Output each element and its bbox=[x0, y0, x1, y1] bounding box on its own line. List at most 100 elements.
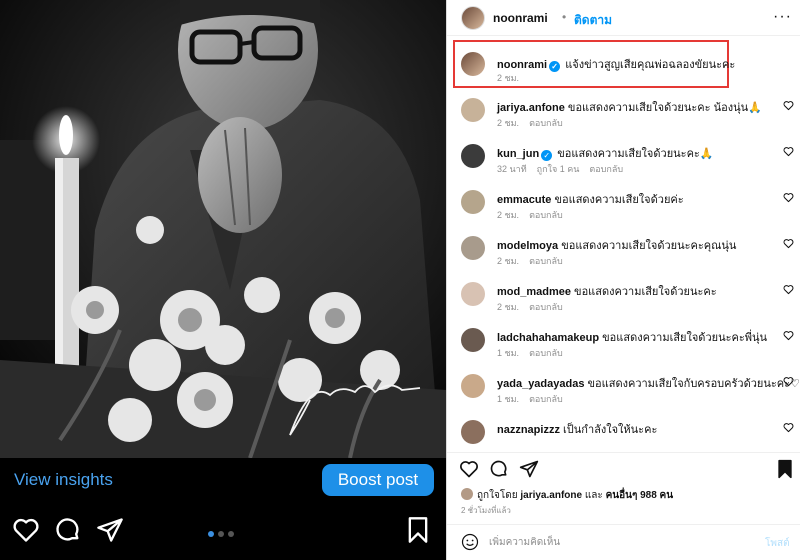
post-timestamp: 2 ชั่วโมงที่แล้ว bbox=[461, 506, 511, 515]
carousel-dot[interactable] bbox=[218, 531, 224, 537]
reply-button[interactable]: ตอบกลับ bbox=[529, 210, 563, 220]
like-heart-icon[interactable] bbox=[783, 146, 794, 157]
verified-badge-icon: ✓ bbox=[549, 61, 561, 72]
comment-time: 2 ชม. bbox=[497, 118, 520, 128]
insights-bar: View insights Boost post bbox=[0, 458, 446, 502]
like-heart-icon[interactable] bbox=[783, 192, 794, 203]
boost-post-button[interactable]: Boost post bbox=[322, 464, 434, 496]
caption-line: noonrami ✓ แจ้งข่าวสูญเสียคุณพ่อฉลองขัยนะ… bbox=[497, 55, 735, 73]
comment-time: 2 ชม. bbox=[497, 302, 520, 312]
share-icon[interactable] bbox=[96, 516, 124, 544]
comment-text-line: emmacute ขอแสดงความเสียใจด้วยค่ะ bbox=[497, 190, 684, 208]
reply-button[interactable]: ตอบกลับ bbox=[529, 302, 563, 312]
avatar[interactable] bbox=[461, 190, 485, 214]
comment-username[interactable]: jariya.anfone bbox=[497, 102, 565, 114]
comment-meta: 2 ชม. ตอบกลับ bbox=[497, 208, 573, 222]
like-heart-icon[interactable] bbox=[783, 422, 794, 433]
comment-text-line: nazznapizzz เป็นกำลังใจให้นะคะ bbox=[497, 420, 657, 438]
comment-username[interactable]: ladchahahamakeup bbox=[497, 332, 599, 344]
avatar bbox=[461, 488, 473, 500]
comment-text: ขอแสดงความเสียใจด้วยนะคะพี่นุ่น bbox=[602, 332, 768, 344]
comment-row: jariya.anfone ขอแสดงความเสียใจด้วยนะคะ น… bbox=[447, 94, 800, 140]
comment-row: ladchahahamakeup ขอแสดงความเสียใจด้วยนะค… bbox=[447, 324, 800, 370]
comment-row: kun_jun ✓ ขอแสดงความเสียใจด้วยนะคะ🙏 32 นาท… bbox=[447, 140, 800, 186]
likes-others[interactable]: คนอื่นๆ 988 คน bbox=[606, 490, 674, 501]
comment-username[interactable]: mod_madmee bbox=[497, 286, 571, 298]
comment-row: mod_madmee ขอแสดงความเสียใจด้วยนะคะ 2 ชม.… bbox=[447, 278, 800, 324]
likes-middle: และ bbox=[584, 490, 603, 501]
comment-username[interactable]: modelmoya bbox=[497, 240, 558, 252]
emoji-icon[interactable] bbox=[461, 533, 479, 551]
avatar[interactable] bbox=[461, 98, 485, 122]
heart-icon[interactable] bbox=[459, 459, 479, 479]
carousel-dots bbox=[206, 524, 236, 542]
avatar[interactable] bbox=[461, 282, 485, 306]
carousel-dot[interactable] bbox=[228, 531, 234, 537]
verified-badge-icon: ✓ bbox=[541, 150, 553, 161]
comment-text-line: modelmoya ขอแสดงความเสียใจด้วยนะคะคุณนุ่… bbox=[497, 236, 736, 254]
share-icon[interactable] bbox=[519, 459, 539, 479]
bookmark-icon[interactable] bbox=[775, 459, 795, 479]
bookmark-icon[interactable] bbox=[404, 516, 432, 544]
likes-summary: ถูกใจโดย jariya.anfone และ คนอื่นๆ 988 ค… bbox=[461, 488, 673, 503]
like-heart-icon[interactable] bbox=[783, 284, 794, 295]
comment-text-line: yada_yadayadas ขอแสดงความเสียใจกับครอบคร… bbox=[497, 374, 800, 392]
view-insights-link[interactable]: View insights bbox=[14, 470, 113, 490]
comment-time: 1 ชม. bbox=[497, 348, 520, 358]
likes-user[interactable]: jariya.anfone bbox=[520, 490, 582, 501]
reply-button[interactable]: ตอบกลับ bbox=[529, 256, 563, 266]
avatar[interactable] bbox=[461, 374, 485, 398]
avatar[interactable] bbox=[461, 6, 485, 30]
post-media-panel: View insights Boost post bbox=[0, 0, 446, 560]
post-comment-button[interactable]: โพสต์ bbox=[765, 536, 790, 551]
like-heart-icon[interactable] bbox=[783, 100, 794, 111]
comment-username[interactable]: nazznapizzz bbox=[497, 424, 560, 436]
heart-icon[interactable] bbox=[12, 516, 40, 544]
caption-username[interactable]: noonrami bbox=[497, 59, 547, 71]
reply-button[interactable]: ตอบกลับ bbox=[589, 164, 623, 174]
post-header: noonrami • ติดตาม ··· bbox=[447, 0, 800, 36]
comment-time: 2 ชม. bbox=[497, 210, 520, 220]
more-options-icon[interactable]: ··· bbox=[773, 8, 792, 26]
header-separator: • bbox=[562, 10, 567, 24]
header-username[interactable]: noonrami bbox=[493, 11, 548, 25]
avatar[interactable] bbox=[461, 420, 485, 444]
comment-text-line: mod_madmee ขอแสดงความเสียใจด้วยนะคะ bbox=[497, 282, 717, 300]
comment-row: modelmoya ขอแสดงความเสียใจด้วยนะคะคุณนุ่… bbox=[447, 232, 800, 278]
comment-icon[interactable] bbox=[54, 516, 82, 544]
avatar[interactable] bbox=[461, 144, 485, 168]
comment-text: ขอแสดงความเสียใจด้วยนะคะ bbox=[574, 286, 717, 298]
avatar[interactable] bbox=[461, 328, 485, 352]
reply-button[interactable]: ตอบกลับ bbox=[529, 394, 563, 404]
follow-button[interactable]: ติดตาม bbox=[574, 11, 612, 30]
post-actions-bar bbox=[0, 502, 446, 560]
actions-bar bbox=[447, 452, 800, 482]
comment-icon[interactable] bbox=[489, 459, 509, 479]
caption-avatar[interactable] bbox=[461, 52, 485, 76]
like-heart-icon[interactable] bbox=[783, 238, 794, 249]
reply-button[interactable]: ตอบกลับ bbox=[529, 348, 563, 358]
comment-likes[interactable]: ถูกใจ 1 คน bbox=[537, 164, 580, 174]
caption-text: แจ้งข่าวสูญเสียคุณพ่อฉลองขัยนะคะ bbox=[565, 59, 736, 71]
add-comment-bar: โพสต์ bbox=[447, 524, 800, 560]
comment-input[interactable] bbox=[489, 534, 729, 550]
comment-row: yada_yadayadas ขอแสดงความเสียใจกับครอบคร… bbox=[447, 370, 800, 416]
comment-meta: 2 ชม. ตอบกลับ bbox=[497, 116, 573, 130]
comment-text: ขอแสดงความเสียใจด้วยนะคะคุณนุ่น bbox=[561, 240, 737, 252]
like-heart-icon[interactable] bbox=[783, 330, 794, 341]
comment-text: ขอแสดงความเสียใจด้วยค่ะ bbox=[554, 194, 684, 206]
comment-meta: 2 ชม. ตอบกลับ bbox=[497, 300, 573, 314]
comments-panel: noonrami • ติดตาม ··· noonrami ✓ แจ้งข่าว… bbox=[446, 0, 800, 560]
comment-time: 32 นาที bbox=[497, 164, 527, 174]
reply-button[interactable]: ตอบกลับ bbox=[529, 118, 563, 128]
carousel-dot[interactable] bbox=[208, 531, 214, 537]
like-heart-icon[interactable] bbox=[783, 376, 794, 387]
comment-text: เป็นกำลังใจให้นะคะ bbox=[563, 424, 658, 436]
instagram-post-view: View insights Boost post noonrami • ติดต… bbox=[0, 0, 800, 560]
caption-time: 2 ชม. bbox=[497, 73, 520, 83]
comment-time: 1 ชม. bbox=[497, 394, 520, 404]
comment-username[interactable]: yada_yadayadas bbox=[497, 378, 584, 390]
comment-username[interactable]: emmacute bbox=[497, 194, 551, 206]
comment-username[interactable]: kun_jun bbox=[497, 148, 539, 160]
avatar[interactable] bbox=[461, 236, 485, 260]
